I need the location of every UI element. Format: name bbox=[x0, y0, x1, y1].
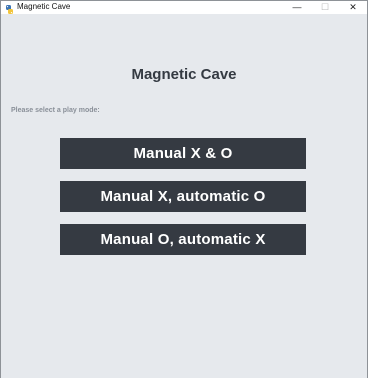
app-window: Magnetic Cave — ☐ ✕ Magnetic Cave Please… bbox=[0, 0, 368, 378]
manual-o-auto-x-button[interactable]: Manual O, automatic X bbox=[60, 224, 306, 255]
close-icon: ✕ bbox=[349, 1, 357, 12]
main-panel: Magnetic Cave Please select a play mode:… bbox=[1, 14, 367, 378]
title-bar[interactable]: Magnetic Cave — ☐ ✕ bbox=[1, 1, 367, 14]
maximize-button[interactable]: ☐ bbox=[311, 1, 339, 13]
manual-x-auto-o-button[interactable]: Manual X, automatic O bbox=[60, 181, 306, 212]
window-title: Magnetic Cave bbox=[17, 2, 71, 11]
minimize-button[interactable]: — bbox=[283, 1, 311, 13]
maximize-icon: ☐ bbox=[320, 1, 330, 12]
manual-x-o-button[interactable]: Manual X & O bbox=[60, 138, 306, 169]
minimize-icon: — bbox=[292, 2, 302, 12]
play-mode-prompt: Please select a play mode: bbox=[11, 107, 100, 114]
close-button[interactable]: ✕ bbox=[339, 1, 367, 13]
page-title: Magnetic Cave bbox=[131, 66, 237, 83]
snake-app-icon bbox=[5, 2, 14, 14]
